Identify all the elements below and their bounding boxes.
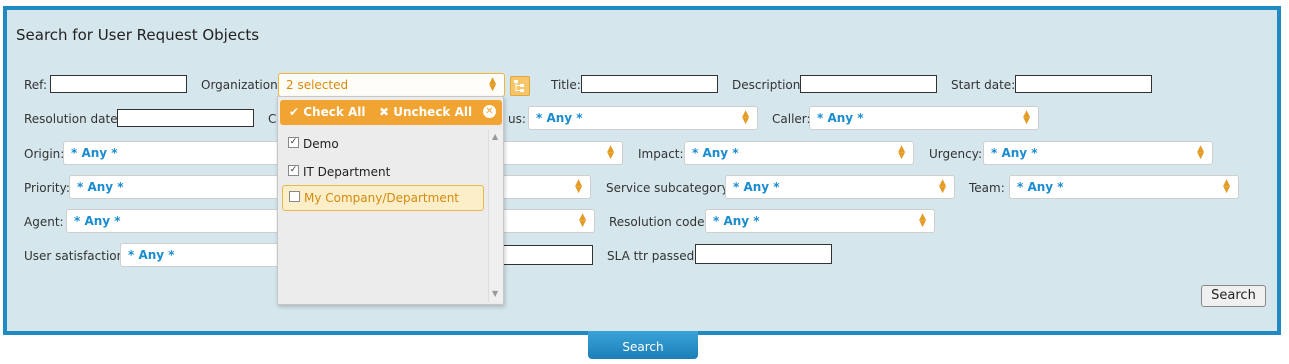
page-title: Search for User Request Objects (16, 26, 260, 44)
urgency-value: * Any * (991, 146, 1038, 160)
caller-select[interactable]: * Any * ▲ ▼ (809, 106, 1039, 130)
team-select[interactable]: * Any * ▲ ▼ (1009, 175, 1239, 199)
organization-dropdown: ✔ Check All ✖ Uncheck All ✕ ✓ Demo ✓ IT … (277, 96, 504, 305)
resolution-code-select[interactable]: * Any * ▲ ▼ (705, 209, 935, 233)
start-date-label: Start date: (951, 78, 1016, 92)
resolution-code-label: Resolution code: (609, 215, 709, 229)
dropdown-option-demo[interactable]: ✓ Demo (282, 132, 482, 156)
agent-value: * Any * (74, 214, 121, 228)
description-input[interactable] (800, 75, 937, 93)
title-label: Title: (551, 78, 581, 92)
chevron-up-down-icon: ▲ ▼ (898, 144, 905, 161)
dropdown-header: ✔ Check All ✖ Uncheck All ✕ (280, 100, 502, 125)
check-all-button[interactable]: ✔ Check All (289, 105, 366, 119)
status-label: us: (508, 112, 526, 126)
chevron-up-down-icon: ▲ ▼ (1223, 178, 1230, 195)
impact-value: * Any * (692, 146, 739, 160)
origin-label: Origin: (24, 147, 65, 161)
status-value: * Any * (536, 111, 583, 125)
sla-ttr-passed-input[interactable] (695, 244, 832, 264)
title-input[interactable] (581, 75, 718, 93)
ref-label: Ref: (24, 78, 48, 92)
chevron-up-down-icon: ▲ ▼ (1197, 144, 1204, 161)
agent-label: Agent: (24, 215, 64, 229)
hidden-field-input[interactable] (490, 245, 593, 265)
impact-select[interactable]: * Any * ▲ ▼ (684, 141, 914, 165)
option-label: Demo (303, 137, 339, 151)
dropdown-scrollbar[interactable]: ▲ ▼ (488, 130, 503, 302)
service-subcategory-value: * Any * (733, 180, 780, 194)
resolution-date-label: Resolution date: (24, 112, 122, 126)
urgency-select[interactable]: * Any * ▲ ▼ (983, 141, 1213, 165)
chevron-up-down-icon: ▲ ▼ (939, 178, 946, 195)
priority-label: Priority: (24, 181, 70, 195)
user-satisfaction-select[interactable]: * Any * (120, 243, 290, 267)
uncheck-all-button[interactable]: ✖ Uncheck All (379, 105, 472, 119)
option-label: My Company/Department (304, 191, 460, 205)
urgency-label: Urgency: (929, 147, 982, 161)
caller-value: * Any * (817, 111, 864, 125)
team-label: Team: (969, 181, 1005, 195)
partial-label-c: C (268, 112, 277, 126)
chevron-up-down-icon: ▲ ▼ (1023, 109, 1030, 126)
priority-value: * Any * (77, 180, 124, 194)
chevron-up-down-icon: ▲ ▼ (489, 76, 496, 93)
hierarchy-browser-icon[interactable] (510, 76, 530, 96)
caller-label: Caller: (772, 112, 811, 126)
checkbox-checked-icon[interactable]: ✓ (288, 165, 299, 176)
impact-label: Impact: (638, 147, 684, 161)
search-panel (3, 6, 1281, 335)
resolution-date-input[interactable] (117, 109, 254, 127)
user-satisfaction-label: User satisfaction: (24, 249, 129, 263)
option-label: IT Department (303, 165, 391, 179)
ref-input[interactable] (50, 75, 187, 93)
start-date-input[interactable] (1015, 75, 1152, 93)
chevron-up-down-icon: ▲ ▼ (919, 212, 926, 229)
checkbox-checked-icon[interactable]: ✓ (288, 137, 299, 148)
origin-value: * Any * (71, 146, 118, 160)
scroll-down-icon[interactable]: ▼ (492, 289, 498, 298)
description-label: Description: (732, 78, 805, 92)
chevron-up-down-icon: ▲ ▼ (607, 144, 614, 161)
search-button[interactable]: Search (1201, 285, 1266, 307)
organization-label: Organization: (201, 78, 282, 92)
organization-value: 2 selected (286, 78, 349, 92)
chevron-up-down-icon: ▲ ▼ (575, 178, 582, 195)
dropdown-option-it-department[interactable]: ✓ IT Department (282, 160, 482, 184)
scroll-up-icon[interactable]: ▲ (492, 132, 498, 141)
organization-select[interactable]: 2 selected ▲ ▼ (278, 73, 505, 97)
chevron-up-down-icon: ▲ ▼ (742, 109, 749, 126)
close-icon[interactable]: ✕ (483, 105, 496, 118)
team-value: * Any * (1017, 180, 1064, 194)
search-tab[interactable]: Search (588, 331, 698, 359)
sla-ttr-passed-label: SLA ttr passed: (607, 249, 699, 263)
service-subcategory-select[interactable]: * Any * ▲ ▼ (725, 175, 955, 199)
dropdown-option-my-company[interactable]: My Company/Department (282, 185, 484, 211)
chevron-up-down-icon: ▲ ▼ (579, 212, 586, 229)
service-subcategory-label: Service subcategory: (606, 181, 732, 195)
resolution-code-value: * Any * (713, 214, 760, 228)
checkbox-unchecked-icon[interactable] (289, 191, 300, 202)
status-select[interactable]: * Any * ▲ ▼ (528, 106, 758, 130)
user-satisfaction-value: * Any * (128, 248, 175, 262)
